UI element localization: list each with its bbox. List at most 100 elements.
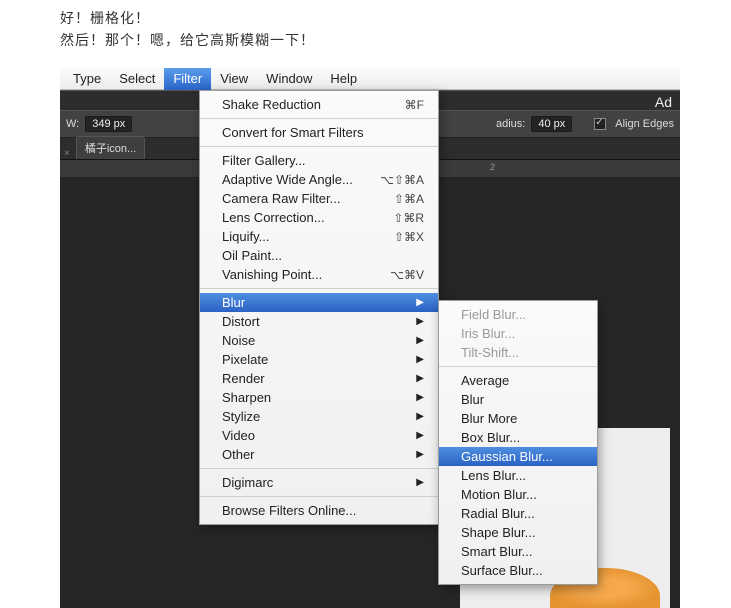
menu-item-label: Shape Blur... xyxy=(461,525,583,540)
menu-item-label: Browse Filters Online... xyxy=(222,503,424,518)
blur-item-tilt-shift: Tilt-Shift... xyxy=(439,343,597,362)
menu-separator xyxy=(200,118,438,119)
menu-item-label: Motion Blur... xyxy=(461,487,583,502)
filter-item-shake-reduction[interactable]: Shake Reduction⌘F xyxy=(200,95,438,114)
filter-item-browse-filters-online[interactable]: Browse Filters Online... xyxy=(200,501,438,520)
blur-item-average[interactable]: Average xyxy=(439,371,597,390)
filter-item-blur[interactable]: Blur▶ xyxy=(200,293,438,312)
blur-item-radial-blur[interactable]: Radial Blur... xyxy=(439,504,597,523)
chevron-right-icon: ▶ xyxy=(416,373,424,384)
filter-item-other[interactable]: Other▶ xyxy=(200,445,438,464)
width-label: W: xyxy=(66,118,79,130)
filter-item-noise[interactable]: Noise▶ xyxy=(200,331,438,350)
blur-item-surface-blur[interactable]: Surface Blur... xyxy=(439,561,597,580)
menu-item-label: Vanishing Point... xyxy=(222,267,390,282)
blur-item-smart-blur[interactable]: Smart Blur... xyxy=(439,542,597,561)
blur-item-lens-blur[interactable]: Lens Blur... xyxy=(439,466,597,485)
menu-item-label: Tilt-Shift... xyxy=(461,345,583,360)
blur-item-gaussian-blur[interactable]: Gaussian Blur... xyxy=(439,447,597,466)
blur-item-blur-more[interactable]: Blur More xyxy=(439,409,597,428)
menu-shortcut: ⇧⌘A xyxy=(394,192,424,206)
filter-item-camera-raw-filter[interactable]: Camera Raw Filter...⇧⌘A xyxy=(200,189,438,208)
menu-item-label: Other xyxy=(222,447,416,462)
menu-item-label: Convert for Smart Filters xyxy=(222,125,424,140)
chevron-right-icon: ▶ xyxy=(416,411,424,422)
filter-item-convert-for-smart-filters[interactable]: Convert for Smart Filters xyxy=(200,123,438,142)
brand-label: Ad xyxy=(655,94,672,110)
menu-shortcut: ⇧⌘R xyxy=(393,211,424,225)
blur-item-iris-blur: Iris Blur... xyxy=(439,324,597,343)
filter-item-liquify[interactable]: Liquify...⇧⌘X xyxy=(200,227,438,246)
menu-separator xyxy=(200,288,438,289)
menu-item-label: Radial Blur... xyxy=(461,506,583,521)
ruler-tick: 2 xyxy=(490,162,495,172)
menu-item-label: Video xyxy=(222,428,416,443)
menu-item-label: Noise xyxy=(222,333,416,348)
filter-item-render[interactable]: Render▶ xyxy=(200,369,438,388)
menu-separator xyxy=(439,366,597,367)
menu-filter[interactable]: Filter xyxy=(164,68,211,90)
filter-menu: Shake Reduction⌘F Convert for Smart Filte… xyxy=(199,90,439,525)
radius-field[interactable]: 40 px xyxy=(531,116,572,132)
align-edges-label: Align Edges xyxy=(615,118,674,130)
filter-item-oil-paint[interactable]: Oil Paint... xyxy=(200,246,438,265)
blur-item-box-blur[interactable]: Box Blur... xyxy=(439,428,597,447)
menu-item-label: Digimarc xyxy=(222,475,416,490)
filter-item-video[interactable]: Video▶ xyxy=(200,426,438,445)
filter-item-vanishing-point[interactable]: Vanishing Point...⌥⌘V xyxy=(200,265,438,284)
filter-item-lens-correction[interactable]: Lens Correction...⇧⌘R xyxy=(200,208,438,227)
menu-shortcut: ⌥⇧⌘A xyxy=(380,173,424,187)
menu-window[interactable]: Window xyxy=(257,68,321,90)
menu-item-label: Field Blur... xyxy=(461,307,583,322)
menu-item-label: Render xyxy=(222,371,416,386)
menu-item-label: Camera Raw Filter... xyxy=(222,191,394,206)
menu-item-label: Lens Blur... xyxy=(461,468,583,483)
filter-item-filter-gallery[interactable]: Filter Gallery... xyxy=(200,151,438,170)
chevron-right-icon: ▶ xyxy=(416,316,424,327)
blur-item-shape-blur[interactable]: Shape Blur... xyxy=(439,523,597,542)
filter-item-adaptive-wide-angle[interactable]: Adaptive Wide Angle...⌥⇧⌘A xyxy=(200,170,438,189)
menu-help[interactable]: Help xyxy=(321,68,366,90)
width-field[interactable]: 349 px xyxy=(85,116,132,132)
blur-item-blur[interactable]: Blur xyxy=(439,390,597,409)
menu-item-label: Oil Paint... xyxy=(222,248,424,263)
menu-separator xyxy=(200,468,438,469)
chevron-right-icon: ▶ xyxy=(416,335,424,346)
menu-select[interactable]: Select xyxy=(110,68,164,90)
menu-item-label: Blur More xyxy=(461,411,583,426)
document-tab[interactable]: 橘子icon... xyxy=(76,136,145,159)
chevron-right-icon: ▶ xyxy=(416,430,424,441)
filter-item-distort[interactable]: Distort▶ xyxy=(200,312,438,331)
chevron-right-icon: ▶ xyxy=(416,297,424,308)
tab-close-icon[interactable]: × xyxy=(64,148,70,159)
filter-item-stylize[interactable]: Stylize▶ xyxy=(200,407,438,426)
align-edges-checkbox[interactable] xyxy=(594,118,606,130)
menu-type[interactable]: Type xyxy=(64,68,110,90)
menu-item-label: Blur xyxy=(222,295,416,310)
filter-item-sharpen[interactable]: Sharpen▶ xyxy=(200,388,438,407)
menu-item-label: Pixelate xyxy=(222,352,416,367)
menu-shortcut: ⌥⌘V xyxy=(390,268,424,282)
menu-item-label: Iris Blur... xyxy=(461,326,583,341)
radius-label: adius: xyxy=(496,118,525,130)
menu-item-label: Sharpen xyxy=(222,390,416,405)
menu-item-label: Blur xyxy=(461,392,583,407)
blur-item-motion-blur[interactable]: Motion Blur... xyxy=(439,485,597,504)
menu-separator xyxy=(200,496,438,497)
menu-item-label: Liquify... xyxy=(222,229,394,244)
menu-item-label: Shake Reduction xyxy=(222,97,405,112)
annotation-line-2: 然后！那个！嗯，给它高斯模糊一下！ xyxy=(60,30,315,50)
chevron-right-icon: ▶ xyxy=(416,449,424,460)
menu-view[interactable]: View xyxy=(211,68,257,90)
app-window: TypeSelectFilterViewWindowHelp Ad W: 349… xyxy=(60,68,680,598)
chevron-right-icon: ▶ xyxy=(416,354,424,365)
chevron-right-icon: ▶ xyxy=(416,477,424,488)
blur-item-field-blur: Field Blur... xyxy=(439,305,597,324)
annotation-line-1: 好！栅格化！ xyxy=(60,8,150,28)
menu-shortcut: ⇧⌘X xyxy=(394,230,424,244)
filter-item-pixelate[interactable]: Pixelate▶ xyxy=(200,350,438,369)
filter-item-digimarc[interactable]: Digimarc▶ xyxy=(200,473,438,492)
menu-item-label: Adaptive Wide Angle... xyxy=(222,172,380,187)
menu-item-label: Gaussian Blur... xyxy=(461,449,583,464)
menu-item-label: Distort xyxy=(222,314,416,329)
